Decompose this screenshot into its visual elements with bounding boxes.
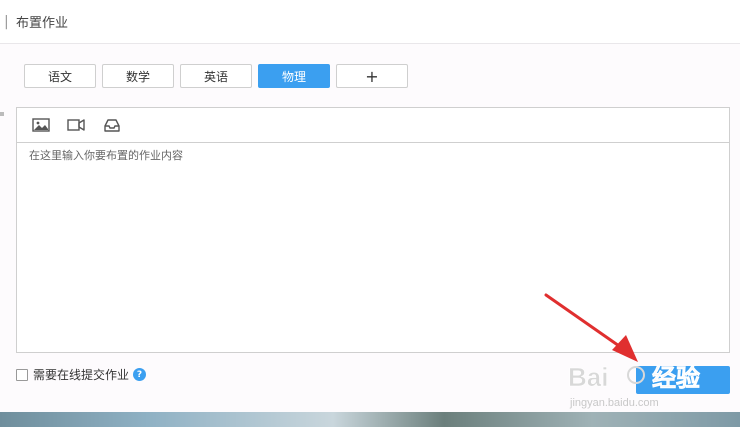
editor-toolbar bbox=[17, 108, 729, 143]
online-submit-option[interactable]: 需要在线提交作业 ? bbox=[16, 366, 147, 383]
paw-icon bbox=[627, 366, 645, 384]
tab-english[interactable]: 英语 bbox=[180, 64, 252, 88]
page-title: 布置作业 bbox=[16, 16, 69, 31]
homework-content-input[interactable]: 在这里输入你要布置的作业内容 bbox=[17, 144, 729, 352]
watermark-brand-suffix: 经验 bbox=[652, 364, 700, 392]
bottom-image-strip bbox=[0, 412, 740, 427]
online-submit-label: 需要在线提交作业 bbox=[33, 368, 130, 382]
watermark-brand: Bai bbox=[568, 362, 608, 392]
watermark-url: jingyan.baidu.com bbox=[569, 397, 659, 409]
left-edge-mark bbox=[0, 112, 4, 116]
online-submit-checkbox[interactable] bbox=[16, 368, 28, 381]
tab-math[interactable]: 数学 bbox=[102, 64, 174, 88]
image-icon[interactable] bbox=[32, 117, 50, 133]
add-subject-button[interactable]: + bbox=[336, 64, 408, 88]
inbox-icon[interactable] bbox=[103, 117, 121, 133]
page-header: | 布置作业 bbox=[0, 0, 740, 44]
video-icon[interactable] bbox=[67, 117, 85, 133]
help-icon[interactable]: ? bbox=[133, 368, 147, 381]
homework-page: | 布置作业 语文 数学 英语 物理 + 在这里输入你要布置的作业内容 需要在线… bbox=[0, 0, 740, 427]
tab-physics[interactable]: 物理 bbox=[258, 64, 330, 88]
subject-tabs: 语文 数学 英语 物理 + bbox=[24, 64, 408, 88]
header-separator: | bbox=[4, 14, 9, 30]
tab-chinese[interactable]: 语文 bbox=[24, 64, 96, 88]
homework-editor: 在这里输入你要布置的作业内容 bbox=[16, 107, 730, 353]
baidu-jingyan-watermark: Bai 经验 jingyan.baidu.com bbox=[568, 362, 701, 409]
